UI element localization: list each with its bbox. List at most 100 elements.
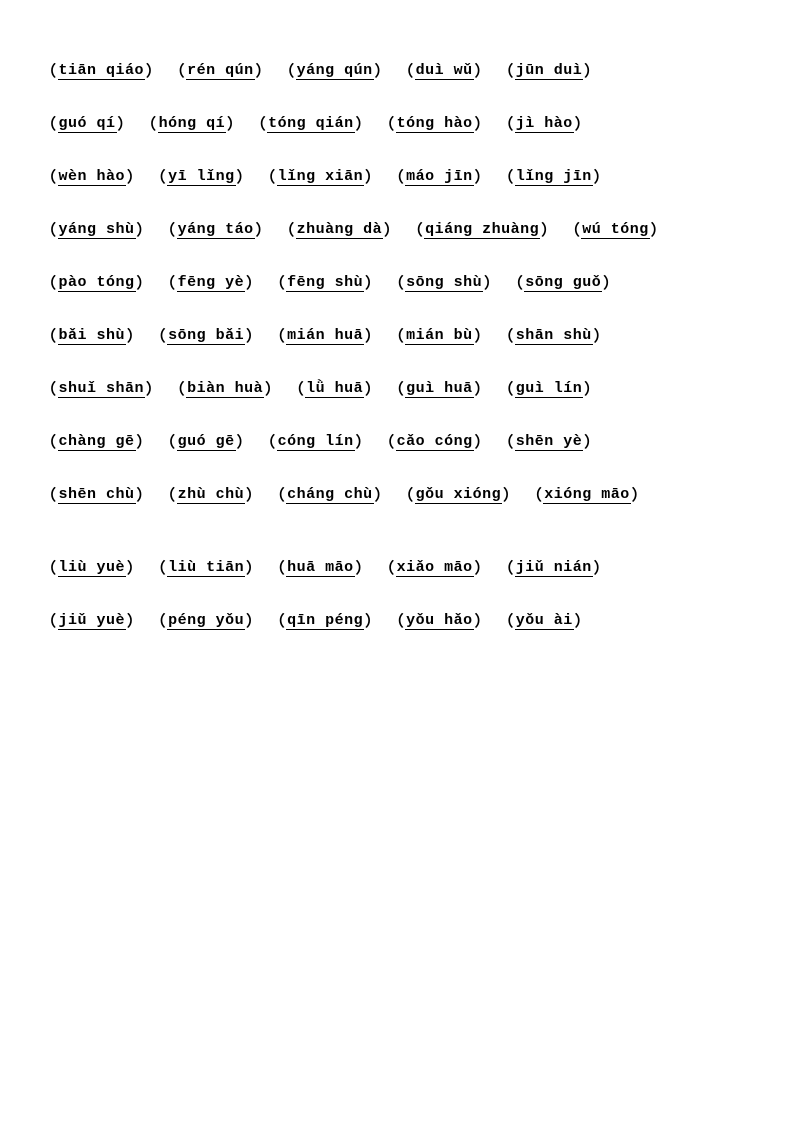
row-6: （ shuǐ shān ）（ biàn huà ）（ lǜ huā ）（ guì… bbox=[40, 378, 753, 403]
item-10-0: （ liù yuè ） bbox=[40, 557, 144, 578]
text-11-0: jiǔ yuè bbox=[58, 612, 127, 630]
close-paren-8-2: ） bbox=[374, 484, 392, 505]
open-paren-6-2: （ bbox=[288, 378, 306, 399]
text-8-1: zhù chù bbox=[177, 486, 246, 504]
item-3-2: （ zhuàng dà ） bbox=[278, 219, 401, 240]
close-paren-7-1: ） bbox=[236, 431, 254, 452]
close-paren-6-4: ） bbox=[583, 378, 601, 399]
open-paren-10-2: （ bbox=[269, 557, 287, 578]
item-0-0: （ tiān qiáo ） bbox=[40, 60, 163, 81]
row-5: （ bǎi shù ）（ sōng bǎi ）（ mián huā ）（ miá… bbox=[40, 325, 753, 350]
item-8-4: （ xióng māo ） bbox=[526, 484, 649, 505]
close-paren-11-4: ） bbox=[574, 610, 592, 631]
close-paren-2-0: ） bbox=[126, 166, 144, 187]
text-4-2: fēng shù bbox=[286, 274, 364, 292]
item-1-3: （ tóng hào ） bbox=[378, 113, 491, 134]
text-2-0: wèn hào bbox=[58, 168, 127, 186]
close-paren-4-1: ） bbox=[245, 272, 263, 293]
item-8-2: （ cháng chù ） bbox=[269, 484, 392, 505]
open-paren-7-3: （ bbox=[378, 431, 396, 452]
page: （ tiān qiáo ）（ rén qún ）（ yáng qún ）（ du… bbox=[0, 0, 793, 1122]
item-11-0: （ jiǔ yuè ） bbox=[40, 610, 144, 631]
open-paren-5-1: （ bbox=[150, 325, 168, 346]
close-paren-0-2: ） bbox=[374, 60, 392, 81]
text-1-3: tóng hào bbox=[396, 115, 474, 133]
close-paren-8-3: ） bbox=[502, 484, 520, 505]
text-7-0: chàng gē bbox=[58, 433, 136, 451]
text-2-1: yī lǐng bbox=[167, 168, 236, 186]
item-6-2: （ lǜ huā ） bbox=[288, 378, 382, 399]
close-paren-8-0: ） bbox=[136, 484, 154, 505]
text-11-2: qīn péng bbox=[286, 612, 364, 630]
text-2-3: máo jīn bbox=[405, 168, 474, 186]
close-paren-11-1: ） bbox=[245, 610, 263, 631]
close-paren-4-3: ） bbox=[483, 272, 501, 293]
open-paren-7-0: （ bbox=[40, 431, 58, 452]
text-0-1: rén qún bbox=[186, 62, 255, 80]
item-1-0: （ guó qí ） bbox=[40, 113, 134, 134]
open-paren-2-2: （ bbox=[259, 166, 277, 187]
item-6-0: （ shuǐ shān ） bbox=[40, 378, 163, 399]
item-11-1: （ péng yǒu ） bbox=[150, 610, 263, 631]
close-paren-8-4: ） bbox=[631, 484, 649, 505]
close-paren-6-3: ） bbox=[474, 378, 492, 399]
item-2-0: （ wèn hào ） bbox=[40, 166, 144, 187]
row-spacer-9 bbox=[40, 537, 753, 557]
text-5-0: bǎi shù bbox=[58, 327, 127, 345]
item-3-0: （ yáng shù ） bbox=[40, 219, 153, 240]
item-3-1: （ yáng táo ） bbox=[159, 219, 272, 240]
open-paren-4-3: （ bbox=[388, 272, 406, 293]
item-5-4: （ shān shù ） bbox=[497, 325, 610, 346]
row-8: （ shēn chù ）（ zhù chù ）（ cháng chù ）（ gǒ… bbox=[40, 484, 753, 509]
text-5-3: mián bù bbox=[405, 327, 474, 345]
open-paren-1-2: （ bbox=[250, 113, 268, 134]
open-paren-4-2: （ bbox=[269, 272, 287, 293]
close-paren-5-3: ） bbox=[474, 325, 492, 346]
open-paren-3-0: （ bbox=[40, 219, 58, 240]
open-paren-1-4: （ bbox=[497, 113, 515, 134]
text-4-4: sōng guǒ bbox=[524, 274, 602, 292]
close-paren-1-3: ） bbox=[474, 113, 492, 134]
open-paren-0-4: （ bbox=[497, 60, 515, 81]
open-paren-8-0: （ bbox=[40, 484, 58, 505]
item-4-1: （ fēng yè ） bbox=[159, 272, 263, 293]
close-paren-5-0: ） bbox=[126, 325, 144, 346]
close-paren-10-0: ） bbox=[126, 557, 144, 578]
open-paren-7-1: （ bbox=[159, 431, 177, 452]
open-paren-4-0: （ bbox=[40, 272, 58, 293]
close-paren-3-4: ） bbox=[650, 219, 668, 240]
open-paren-2-4: （ bbox=[497, 166, 515, 187]
item-11-2: （ qīn péng ） bbox=[269, 610, 382, 631]
close-paren-5-1: ） bbox=[245, 325, 263, 346]
close-paren-1-4: ） bbox=[574, 113, 592, 134]
text-11-3: yǒu hǎo bbox=[405, 612, 474, 630]
text-2-4: lǐng jīn bbox=[515, 168, 593, 186]
item-10-2: （ huā māo ） bbox=[269, 557, 373, 578]
item-7-0: （ chàng gē ） bbox=[40, 431, 153, 452]
open-paren-3-1: （ bbox=[159, 219, 177, 240]
row-10: （ liù yuè ）（ liù tiān ）（ huā māo ）（ xiǎo… bbox=[40, 557, 753, 582]
close-paren-1-2: ） bbox=[355, 113, 373, 134]
text-3-1: yáng táo bbox=[177, 221, 255, 239]
open-paren-1-1: （ bbox=[140, 113, 158, 134]
close-paren-10-1: ） bbox=[245, 557, 263, 578]
open-paren-8-1: （ bbox=[159, 484, 177, 505]
item-6-1: （ biàn huà ） bbox=[169, 378, 282, 399]
row-3: （ yáng shù ）（ yáng táo ）（ zhuàng dà ）（ q… bbox=[40, 219, 753, 244]
text-8-2: cháng chù bbox=[286, 486, 374, 504]
close-paren-11-2: ） bbox=[364, 610, 382, 631]
close-paren-2-2: ） bbox=[364, 166, 382, 187]
open-paren-5-2: （ bbox=[269, 325, 287, 346]
item-1-1: （ hóng qí ） bbox=[140, 113, 244, 134]
text-1-0: guó qí bbox=[58, 115, 117, 133]
row-4: （ pào tóng ）（ fēng yè ）（ fēng shù ）（ sōn… bbox=[40, 272, 753, 297]
text-8-3: gǒu xióng bbox=[415, 486, 503, 504]
text-1-2: tóng qián bbox=[267, 115, 355, 133]
open-paren-2-3: （ bbox=[388, 166, 406, 187]
open-paren-6-0: （ bbox=[40, 378, 58, 399]
text-7-2: cóng lín bbox=[277, 433, 355, 451]
item-0-2: （ yáng qún ） bbox=[278, 60, 391, 81]
text-1-1: hóng qí bbox=[158, 115, 227, 133]
close-paren-0-3: ） bbox=[474, 60, 492, 81]
text-0-3: duì wǔ bbox=[415, 62, 474, 80]
